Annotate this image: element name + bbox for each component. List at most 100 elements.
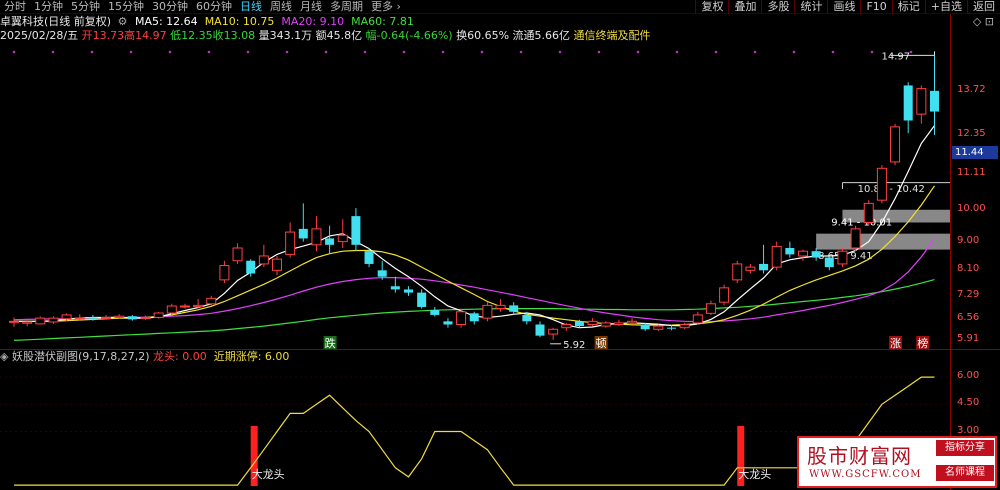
candle-body xyxy=(232,247,243,262)
longtou-value: 龙头: 0.00 xyxy=(153,350,207,363)
period-tab-3[interactable]: 15分钟 xyxy=(104,0,148,14)
top-toolbar: 分时 1分钟 5分钟 15分钟 30分钟 60分钟 日线 周线 月线 多周期 更多 › 复权 叠加 多股… xyxy=(0,0,1000,14)
candle-body xyxy=(824,257,834,268)
dot-marker xyxy=(480,50,484,54)
candle-body xyxy=(166,305,177,314)
candle-body xyxy=(417,292,427,307)
period-tab-6[interactable]: 日线 xyxy=(236,0,266,14)
candle-body xyxy=(903,85,913,121)
stock-title-line: 卓翼科技(日线 前复权) ⚙ MA5: 12.64 MA10: 10.75 MA… xyxy=(0,15,414,29)
tool-button-7[interactable]: +自选 xyxy=(924,0,967,14)
dot-marker xyxy=(402,50,406,54)
period-tab-4[interactable]: 30分钟 xyxy=(148,0,192,14)
candle-body xyxy=(732,263,743,281)
candle-body xyxy=(627,320,638,324)
candle-body xyxy=(719,287,730,303)
tool-button-8[interactable]: 返回 xyxy=(967,0,1000,14)
period-tab-2[interactable]: 5分钟 xyxy=(67,0,104,14)
ma60-line xyxy=(13,279,935,341)
candle-body xyxy=(351,216,361,245)
candle-body xyxy=(377,270,387,277)
quote-turnover: 换60.65% xyxy=(456,29,510,42)
candle-body xyxy=(771,245,782,268)
period-tab-10[interactable]: 更多 › xyxy=(367,0,405,14)
label-bang: 榜 xyxy=(917,336,928,350)
candle-body xyxy=(522,314,532,322)
dot-marker xyxy=(792,50,796,54)
collapse-icon[interactable]: ◈ xyxy=(0,350,8,363)
main-kline-chart[interactable]: 10.85 - 10.429.41 - 10.018.65 - 9.41 14.… xyxy=(0,44,950,350)
tool-button-5[interactable]: F10 xyxy=(860,0,891,14)
price-tick: 9.00 xyxy=(957,234,980,246)
candle-body xyxy=(640,324,650,330)
stock-name[interactable]: 卓翼科技(日线 前复权) xyxy=(0,15,111,28)
candles xyxy=(9,51,939,340)
current-price-tag: 11.44 xyxy=(952,146,998,159)
tool-button-0[interactable]: 复权 xyxy=(695,0,728,14)
tool-button-4[interactable]: 画线 xyxy=(827,0,860,14)
dot-marker xyxy=(129,50,133,54)
price-tick: 13.72 xyxy=(957,84,986,96)
site-watermark: 股市财富网 WWW.GSCFW.COM 指标分享 名师课程 xyxy=(797,436,997,488)
label-die: 跌 xyxy=(325,336,336,350)
candle-body xyxy=(74,317,85,320)
candle-body xyxy=(272,258,282,271)
period-tab-8[interactable]: 月线 xyxy=(296,0,326,14)
watermark-tag-share: 指标分享 xyxy=(936,440,994,456)
ma20-value: MA20: 9.10 xyxy=(281,15,345,28)
sub-indicator-name[interactable]: 妖股潜伏副图(9,17,8,27,2) xyxy=(12,350,150,363)
candle-body xyxy=(430,310,440,315)
price-tick: 5.91 xyxy=(957,333,980,345)
period-tab-7[interactable]: 周线 xyxy=(266,0,296,14)
quote-concept[interactable]: 通信终端及配件 xyxy=(574,29,651,42)
candle-body xyxy=(561,324,572,329)
candle-body xyxy=(653,325,664,330)
top-dot-row xyxy=(12,50,913,54)
candle-body xyxy=(890,126,901,163)
dot-marker xyxy=(441,50,445,54)
tool-button-2[interactable]: 多股 xyxy=(761,0,794,14)
candle-body xyxy=(692,314,703,324)
dot-marker xyxy=(636,50,640,54)
dot-marker xyxy=(831,50,835,54)
sub-tick: 3.00 xyxy=(957,424,980,436)
dot-marker xyxy=(597,50,601,54)
tool-button-1[interactable]: 叠加 xyxy=(728,0,761,14)
period-tab-1[interactable]: 1分钟 xyxy=(30,0,67,14)
candle-body xyxy=(153,312,164,318)
candle-body xyxy=(613,322,624,325)
ma10-value: MA10: 10.75 xyxy=(204,15,275,28)
dalongtou-label: 大龙头 xyxy=(738,467,771,481)
candle-body xyxy=(745,266,756,271)
sub-indicator-title: ◈ 妖股潜伏副图(9,17,8,27,2) 龙头: 0.00 近期涨停: 6.0… xyxy=(0,350,289,364)
quote-open: 开13.73 xyxy=(81,29,125,42)
candle-body xyxy=(140,316,151,319)
price-tick: 8.10 xyxy=(957,263,980,275)
candle-body xyxy=(114,315,125,318)
quote-low: 低12.35 xyxy=(170,29,213,42)
sub-tick: 4.50 xyxy=(957,397,980,409)
tool-button-6[interactable]: 标记 xyxy=(891,0,925,14)
candle-body xyxy=(482,304,493,319)
gear-icon[interactable]: ⚙ xyxy=(118,15,128,28)
candle-body xyxy=(61,314,72,320)
candle-body xyxy=(759,263,769,271)
quote-volume: 量343.1万 xyxy=(258,29,313,42)
period-tab-9[interactable]: 多周期 xyxy=(326,0,367,14)
candle-body xyxy=(88,317,98,319)
period-tab-5[interactable]: 60分钟 xyxy=(192,0,236,14)
watermark-tag-course: 名师课程 xyxy=(936,465,994,481)
sub-tick: 6.00 xyxy=(957,370,980,382)
dot-marker xyxy=(753,50,757,54)
period-tab-0[interactable]: 分时 xyxy=(0,0,30,14)
quote-amount: 额45.8亿 xyxy=(315,29,363,42)
candle-body xyxy=(443,321,453,325)
candle-body xyxy=(285,231,296,255)
quote-close: 收13.08 xyxy=(212,29,256,42)
candle-body xyxy=(219,265,230,281)
candle-body xyxy=(258,255,269,265)
candle-body xyxy=(587,320,598,325)
candle-body xyxy=(785,248,795,255)
candle-body xyxy=(667,327,676,329)
tool-button-3[interactable]: 统计 xyxy=(794,0,827,14)
